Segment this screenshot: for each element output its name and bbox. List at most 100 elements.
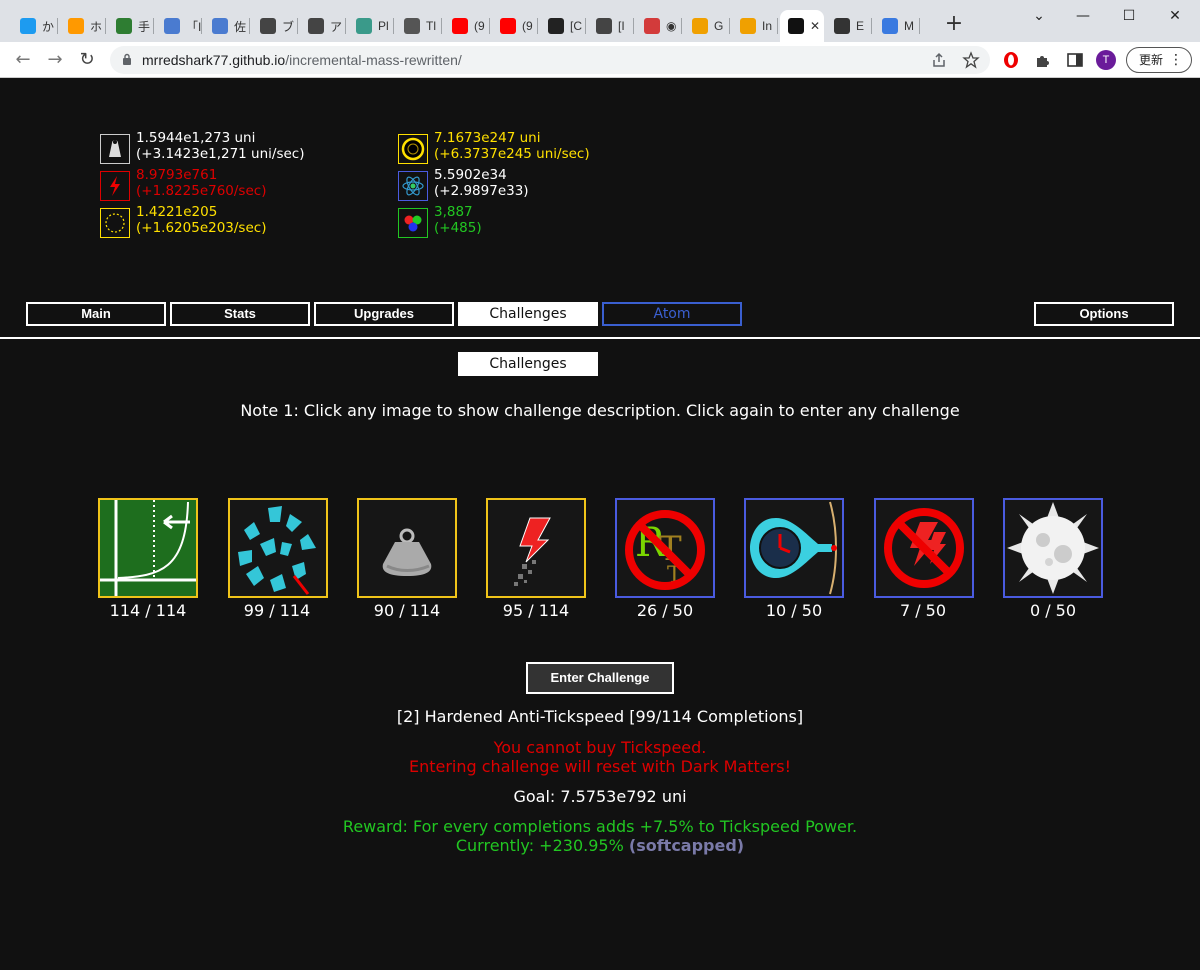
- melted-mass-icon: [359, 500, 455, 596]
- extensions-puzzle-icon[interactable]: [1034, 51, 1052, 69]
- challenge-3-count: 90 / 114: [373, 601, 441, 620]
- challenge-6-button[interactable]: [744, 498, 844, 598]
- browser-tab[interactable]: (9: [492, 10, 538, 42]
- tab-stats[interactable]: Stats: [170, 302, 310, 326]
- tab-favicon-icon: [500, 18, 516, 34]
- black-hole-rate: (+6.3737e245 uni/sec): [434, 146, 590, 162]
- tab-title: 手: [138, 19, 151, 34]
- challenge-2-count: 99 / 114: [243, 601, 311, 620]
- challenge-current: Currently: +230.95% (softcapped): [0, 836, 1200, 855]
- resource-quark: 3,887 (+485): [398, 204, 482, 238]
- browser-tab[interactable]: Tl: [396, 10, 442, 42]
- browser-tab[interactable]: ア: [300, 10, 346, 42]
- tab-favicon-icon: [834, 18, 850, 34]
- browser-tab[interactable]: 「I: [156, 10, 202, 42]
- browser-tab[interactable]: 佐: [204, 10, 250, 42]
- browser-tab[interactable]: G: [684, 10, 730, 42]
- challenge-warning-1: You cannot buy Tickspeed.: [493, 738, 707, 757]
- resource-black-hole: 7.1673e247 uni (+6.3737e245 uni/sec): [398, 130, 590, 164]
- tab-title: Tl: [426, 19, 436, 33]
- forward-icon[interactable]: →: [44, 49, 66, 71]
- back-icon[interactable]: ←: [12, 49, 34, 71]
- tab-separator: [153, 18, 154, 34]
- tab-favicon-icon: [20, 18, 36, 34]
- weight-icon: [100, 134, 130, 164]
- reload-icon[interactable]: ↻: [76, 49, 98, 71]
- tab-challenges[interactable]: Challenges: [458, 302, 598, 326]
- bookmark-star-icon[interactable]: [962, 51, 980, 69]
- tab-title: 「I: [186, 19, 202, 34]
- tab-favicon-icon: [740, 18, 756, 34]
- browser-tab[interactable]: [C: [540, 10, 586, 42]
- challenge-2-button[interactable]: [228, 498, 328, 598]
- challenge-7-button[interactable]: [874, 498, 974, 598]
- enter-challenge-button[interactable]: Enter Challenge: [526, 662, 674, 694]
- profile-avatar[interactable]: T: [1096, 50, 1116, 70]
- challenge-7-count: 7 / 50: [899, 601, 947, 620]
- tab-separator: [871, 18, 872, 34]
- browser-tab[interactable]: ✕: [780, 10, 824, 42]
- tab-favicon-icon: [260, 18, 276, 34]
- browser-tab[interactable]: [I: [588, 10, 634, 42]
- challenge-8-count: 0 / 50: [1029, 601, 1077, 620]
- share-icon[interactable]: [930, 51, 948, 69]
- challenge-4-button[interactable]: [486, 498, 586, 598]
- challenge-1-button[interactable]: [98, 498, 198, 598]
- browser-tab[interactable]: M: [874, 10, 920, 42]
- close-tab-icon[interactable]: ✕: [810, 19, 820, 33]
- tab-separator: [777, 18, 778, 34]
- browser-tab[interactable]: ブ: [252, 10, 298, 42]
- dark-circle-icon: [100, 208, 130, 238]
- browser-tab[interactable]: (9: [444, 10, 490, 42]
- browser-tab[interactable]: In: [732, 10, 778, 42]
- instant-scale-icon: [100, 500, 196, 596]
- challenge-1-count: 114 / 114: [109, 601, 187, 620]
- atom-icon: [398, 171, 428, 201]
- quark-rate: (+485): [434, 220, 482, 236]
- browser-tab[interactable]: Pl: [348, 10, 394, 42]
- resource-rage: 8.9793e761 (+1.8225e760/sec): [100, 167, 266, 201]
- close-window-button[interactable]: ✕: [1152, 4, 1198, 28]
- rage-text: 8.9793e761 (+1.8225e760/sec): [136, 167, 266, 201]
- browser-tab[interactable]: ホ: [60, 10, 106, 42]
- current-value: Currently: +230.95%: [455, 836, 624, 855]
- tab-separator: [729, 18, 730, 34]
- tab-separator: [297, 18, 298, 34]
- tab-title: ブ: [282, 19, 295, 34]
- dark-matter-text: 1.4221e205 (+1.6205e203/sec): [136, 204, 266, 238]
- maximize-button[interactable]: ☐: [1106, 4, 1152, 28]
- tab-favicon-icon: [308, 18, 324, 34]
- browser-tab[interactable]: か: [12, 10, 58, 42]
- challenge-note: Note 1: Click any image to show challeng…: [240, 401, 960, 420]
- subtab-challenges[interactable]: Challenges: [458, 352, 598, 376]
- browser-tab[interactable]: 手: [108, 10, 154, 42]
- browser-tab[interactable]: ◉: [636, 10, 682, 42]
- new-tab-button[interactable]: +: [944, 13, 964, 35]
- challenge-title: [2] Hardened Anti-Tickspeed [99/114 Comp…: [396, 707, 804, 726]
- update-button[interactable]: 更新: [1126, 47, 1192, 73]
- tab-title: か: [42, 19, 55, 34]
- opera-extension-icon[interactable]: [1002, 51, 1020, 69]
- tab-search-icon[interactable]: ⌄: [1016, 4, 1062, 28]
- challenge-8-button[interactable]: [1003, 498, 1103, 598]
- browser-tab[interactable]: E: [826, 10, 872, 42]
- tab-favicon-icon: [212, 18, 228, 34]
- tab-upgrades[interactable]: Upgrades: [314, 302, 454, 326]
- address-bar[interactable]: mrredshark77.github.io/incremental-mass-…: [110, 46, 990, 74]
- quark-amount: 3,887: [434, 204, 473, 220]
- tab-atom[interactable]: Atom: [602, 302, 742, 326]
- tab-separator: [57, 18, 58, 34]
- tab-title: ◉: [666, 19, 677, 33]
- game-area: 1.5944e1,273 uni (+3.1423e1,271 uni/sec) …: [0, 78, 1200, 970]
- side-panel-icon[interactable]: [1066, 51, 1084, 69]
- challenge-3-button[interactable]: [357, 498, 457, 598]
- url-text: mrredshark77.github.io/incremental-mass-…: [142, 52, 462, 68]
- minimize-button[interactable]: —: [1060, 4, 1106, 28]
- tab-title: (9: [522, 19, 533, 33]
- weakened-rage-icon: [488, 500, 584, 596]
- tab-favicon-icon: [68, 18, 84, 34]
- tab-title: [I: [618, 19, 625, 33]
- tab-options[interactable]: Options: [1034, 302, 1174, 326]
- tab-main[interactable]: Main: [26, 302, 166, 326]
- challenge-5-button[interactable]: RTT: [615, 498, 715, 598]
